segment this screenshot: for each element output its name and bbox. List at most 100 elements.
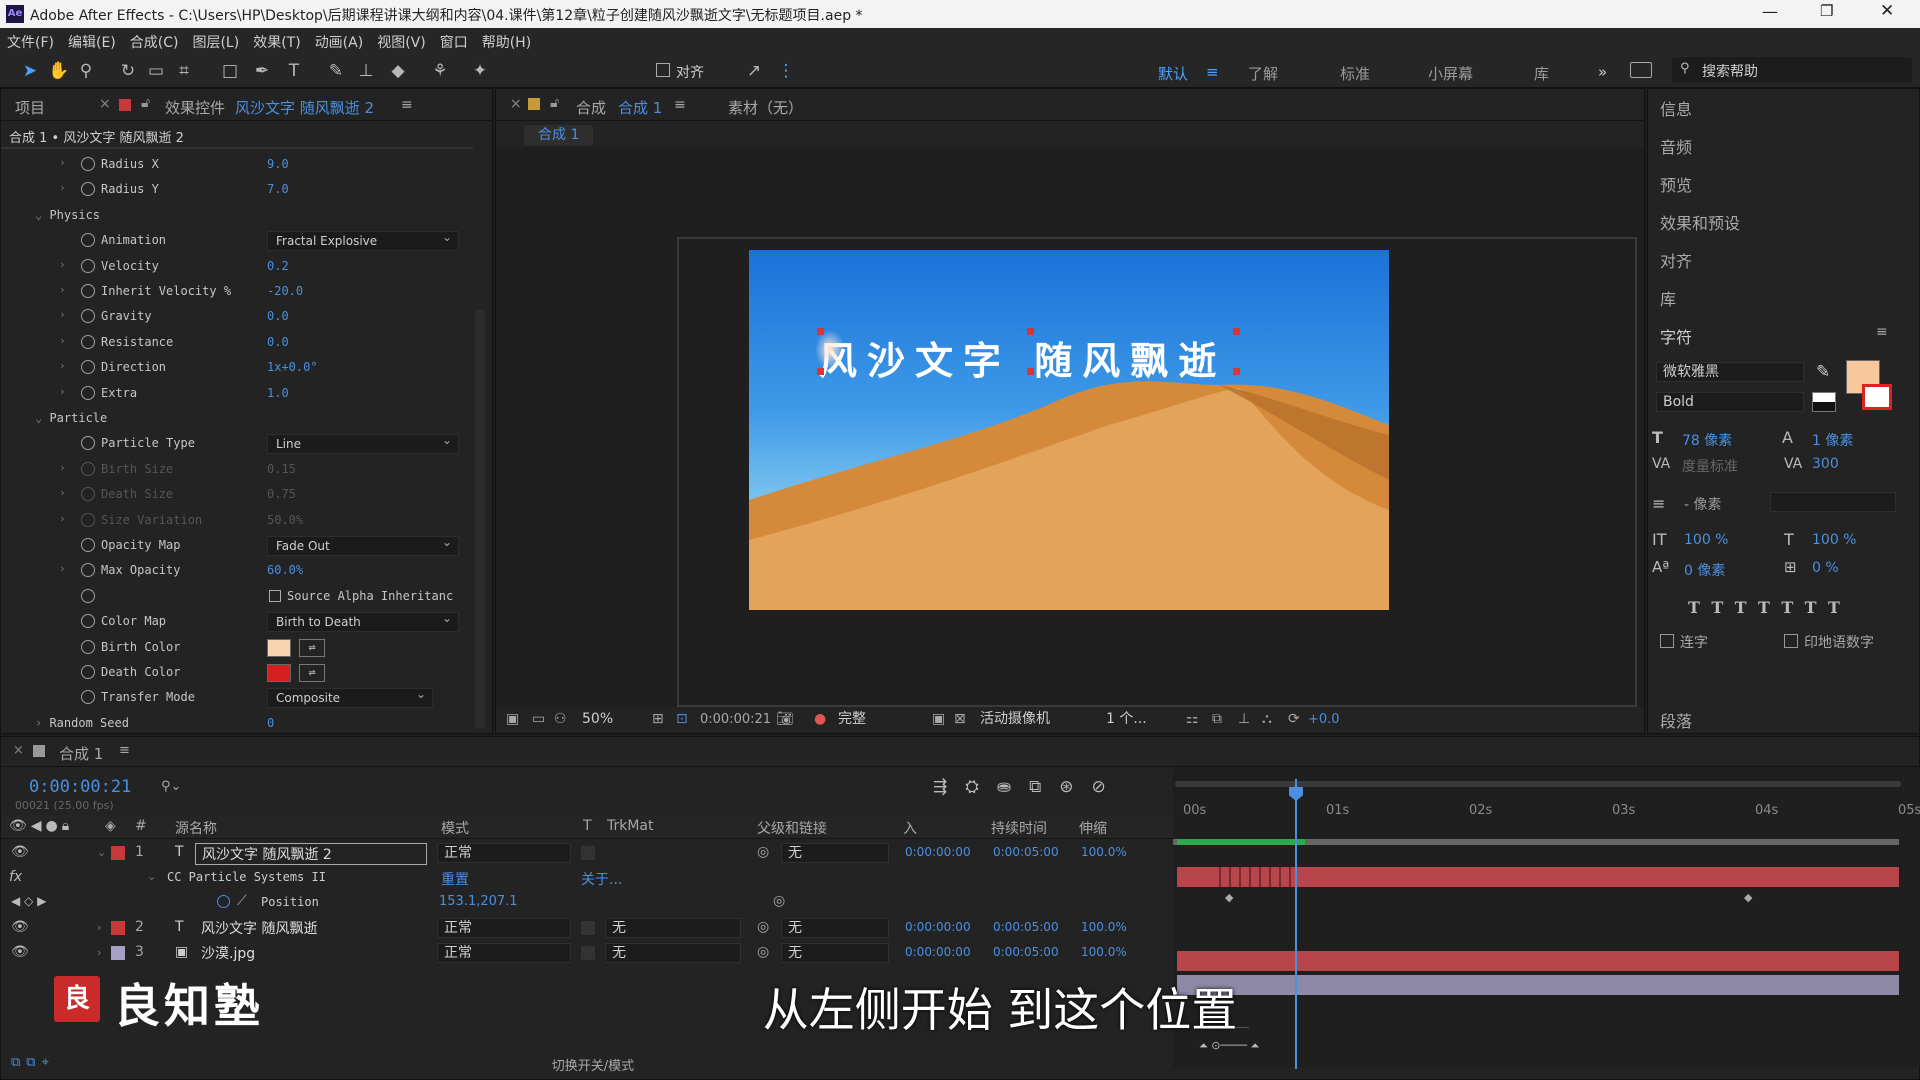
node-icon[interactable]: ⛬	[1262, 711, 1272, 727]
ligatures-checkbox[interactable]	[1660, 634, 1674, 648]
workspace-library[interactable]: 库	[1534, 63, 1549, 84]
parent-dropdown[interactable]: 无	[781, 943, 889, 963]
default-colors-icon[interactable]	[1812, 392, 1836, 412]
timeline-search[interactable]: ⚲⌄	[161, 779, 913, 799]
handle-tl[interactable]	[817, 328, 824, 335]
brush-tool-icon[interactable]: ✎	[326, 61, 346, 81]
effects-tab-layer[interactable]: 风沙文字 随风飘逝 2	[235, 97, 374, 118]
stopwatch-icon[interactable]	[81, 512, 95, 527]
transparency-grid-icon[interactable]: ⊡	[676, 711, 688, 727]
stopwatch-icon[interactable]	[81, 284, 95, 298]
prop-value[interactable]: 0.75	[267, 487, 296, 501]
region-icon[interactable]: ⊞	[652, 711, 664, 727]
hand-tool-icon[interactable]: ✋	[48, 61, 69, 81]
handle-br[interactable]	[1233, 368, 1240, 375]
close-tab-icon[interactable]: ×	[99, 96, 111, 112]
stretch[interactable]: 100.0%	[1081, 945, 1127, 959]
zoom-tool-icon[interactable]: ⚲	[76, 61, 96, 81]
expand-arrow-icon[interactable]: ›	[59, 334, 66, 347]
handle-bl[interactable]	[817, 368, 824, 375]
timeline-tab-label[interactable]: 合成 1	[59, 743, 103, 764]
expand-arrow-icon[interactable]: ›	[59, 486, 66, 499]
effects-tab-prefix[interactable]: 效果控件	[165, 97, 225, 118]
layer-label-color[interactable]	[111, 946, 125, 960]
prop-value[interactable]: 0.0	[267, 335, 289, 349]
roi-icon[interactable]: ▣	[932, 711, 945, 727]
align-checkbox[interactable]	[656, 63, 670, 77]
prop-value[interactable]: 1.0	[267, 386, 289, 400]
eyedropper-icon[interactable]: ⇌	[299, 638, 325, 657]
random-seed-value[interactable]: 0	[267, 716, 274, 730]
fast-preview-icon[interactable]: ⚏	[1186, 711, 1199, 727]
comp-tab-name[interactable]: 合成 1	[618, 97, 662, 118]
graph-icon[interactable]: ⟋	[237, 893, 247, 909]
in-point[interactable]: 0:00:00:00	[905, 945, 971, 959]
comp-lock-icon[interactable]: 🔓︎	[550, 95, 559, 111]
audio-panel-tab[interactable]: 音频	[1660, 134, 1692, 158]
comp-breadcrumb-chip[interactable]: 合成 1	[524, 125, 594, 145]
handle-bc[interactable]	[1027, 368, 1034, 375]
font-family-dropdown[interactable]: 微软雅黑	[1656, 362, 1804, 382]
group-random-seed[interactable]: › Random Seed	[35, 716, 129, 730]
pan-behind-tool-icon[interactable]: ⌗	[174, 61, 194, 81]
align-panel-tab[interactable]: 对齐	[1660, 248, 1692, 272]
position-row[interactable]: ◀ ◇ ▶ ⟋ Position 153.1,207.1 ◎	[1, 891, 1173, 916]
visibility-eye-icon[interactable]: 👁︎	[11, 844, 29, 860]
stopwatch-icon[interactable]	[81, 639, 95, 654]
stopwatch-icon[interactable]	[81, 360, 95, 375]
prop-dropdown[interactable]: Birth to Death	[267, 611, 459, 633]
type-tool-icon[interactable]: T	[284, 61, 304, 81]
effect-name[interactable]: CC Particle Systems II	[167, 870, 326, 884]
effects-presets-tab[interactable]: 效果和预设	[1660, 210, 1740, 234]
snapshot-icon[interactable]: 📷︎	[776, 711, 794, 727]
stroke-order-dropdown[interactable]	[1770, 492, 1896, 512]
project-tab[interactable]: 项目	[15, 97, 45, 118]
menu-item-5[interactable]: 动画(A)	[308, 28, 371, 52]
workspace-standard[interactable]: 标准	[1340, 63, 1370, 84]
menu-item-3[interactable]: 图层(L)	[185, 28, 246, 52]
preserve-transparency-toggle[interactable]	[581, 946, 595, 960]
blend-mode-dropdown[interactable]: 正常	[437, 843, 571, 863]
mask-icon[interactable]: ⚇	[554, 711, 567, 727]
stopwatch-icon[interactable]	[81, 563, 95, 578]
pickwhip-icon[interactable]: ◎	[757, 919, 769, 935]
layer-row-1[interactable]: 👁︎ ⌄ 1 T 风沙文字 随风飘逝 2 正常 ◎ 无 0:00:00:00 0:00:05:00…	[1, 841, 1173, 866]
pen-tool-icon[interactable]: ✒	[252, 61, 272, 81]
comp-viewer[interactable]: 风沙文字 随风飘逝	[496, 147, 1644, 707]
pickwhip-icon[interactable]: ◎	[773, 893, 785, 909]
preview-panel-tab[interactable]: 预览	[1660, 172, 1692, 196]
baseline-shift-value[interactable]: 0 像素	[1684, 560, 1725, 580]
workspace-menu-icon[interactable]: ≡	[1206, 63, 1219, 81]
fx-icon[interactable]: fx	[9, 869, 22, 885]
libraries-panel-tab[interactable]: 库	[1660, 286, 1676, 310]
prop-value[interactable]: 50.0%	[267, 513, 303, 527]
prop-value[interactable]: 0.2	[267, 259, 289, 273]
close-timeline-tab-icon[interactable]: ×	[13, 743, 24, 758]
disclosure-arrow-icon[interactable]: ⌄	[35, 208, 49, 222]
footage-tab[interactable]: 素材（无）	[728, 97, 803, 118]
panel-menu-icon[interactable]: ≡	[401, 97, 413, 113]
layer-row-2[interactable]: 👁︎ › 2 T 风沙文字 随风飘逝 正常 无 ◎ 无 0:00:00:00 0:00:05:00 1…	[1, 916, 1173, 941]
expand-arrow-icon[interactable]: ›	[59, 283, 66, 296]
always-preview-icon[interactable]: ▣	[506, 711, 519, 727]
stroke-width-value[interactable]: - 像素	[1684, 494, 1722, 514]
menu-item-1[interactable]: 编辑(E)	[61, 28, 123, 52]
tracking-value[interactable]: 300	[1812, 456, 1839, 472]
expand-arrow-icon[interactable]: ›	[59, 258, 66, 271]
comp-tab-label[interactable]: 合成	[576, 97, 606, 118]
timeline-timecode[interactable]: 0:00:00:21	[29, 777, 131, 797]
prop-value[interactable]: 9.0	[267, 157, 289, 171]
expand-arrow-icon[interactable]: ›	[59, 512, 66, 525]
resolution-dropdown[interactable]: 完整	[832, 710, 930, 730]
comp-canvas[interactable]: 风沙文字 随风飘逝	[749, 250, 1389, 610]
layer-name[interactable]: 风沙文字 随风飘逝 2	[195, 843, 427, 865]
tsume-value[interactable]: 0 %	[1812, 560, 1839, 576]
snap-icon[interactable]: ↗	[744, 61, 764, 81]
reset-exposure-icon[interactable]: ⟳	[1288, 711, 1300, 727]
stroke-color-swatch[interactable]	[1862, 384, 1892, 410]
menu-item-4[interactable]: 效果(T)	[246, 28, 307, 52]
group-physics[interactable]: ⌄ Physics	[35, 208, 100, 222]
keyframe-nav-icon[interactable]: ◀ ◇ ▶	[11, 894, 46, 908]
prop-value[interactable]: 0.15	[267, 462, 296, 476]
selection-tool-icon[interactable]: ➤	[20, 61, 40, 81]
